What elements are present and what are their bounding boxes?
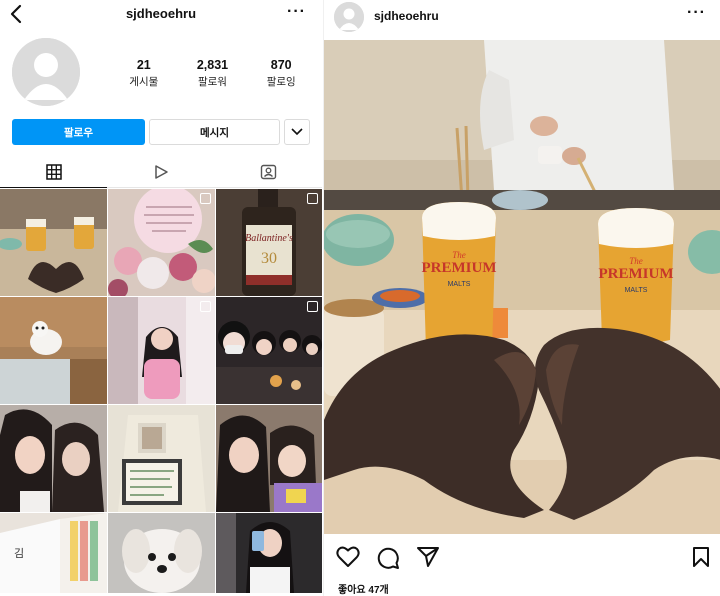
likes-count[interactable]: 좋아요 47개 bbox=[338, 581, 389, 596]
grid-post-3[interactable]: Ballantine's 30 bbox=[216, 189, 322, 296]
stat-posts-label: 게시물 bbox=[129, 76, 159, 88]
grid-post-9[interactable] bbox=[216, 405, 322, 512]
grid-post-10[interactable]: 김 bbox=[0, 513, 107, 593]
grid-icon bbox=[45, 163, 62, 180]
profile-actions: 팔로우 메시지 bbox=[12, 119, 312, 145]
svg-text:Ballantine's: Ballantine's bbox=[245, 233, 293, 244]
chevron-down-icon bbox=[291, 128, 303, 136]
like-heart-icon[interactable] bbox=[336, 546, 360, 573]
profile-panel: sjdheoehru ··· 21 게시물 2,831 팔로워 870 팔로잉 … bbox=[0, 0, 322, 596]
svg-text:김: 김 bbox=[14, 547, 24, 560]
grid-post-8[interactable] bbox=[108, 405, 215, 512]
glass-left-brand: PREMIUM bbox=[422, 260, 497, 276]
multiple-photos-icon bbox=[200, 301, 211, 312]
profile-stats: 21 게시물 2,831 팔로워 870 팔로잉 bbox=[110, 58, 315, 89]
grid-post-11[interactable] bbox=[108, 513, 215, 593]
stat-followers-number: 2,831 bbox=[196, 58, 229, 72]
tab-posts-grid[interactable] bbox=[0, 156, 108, 188]
stat-posts[interactable]: 21 게시물 bbox=[129, 58, 158, 89]
profile-username: sjdheoehru bbox=[125, 6, 197, 21]
glass-right-brand-top: The bbox=[629, 256, 643, 266]
multiple-photos-icon bbox=[200, 193, 211, 204]
post-author-username[interactable]: sjdheoehru bbox=[374, 9, 439, 23]
share-send-icon[interactable] bbox=[416, 546, 440, 573]
profile-header: sjdheoehru ··· bbox=[0, 0, 322, 30]
multiple-photos-icon bbox=[307, 301, 318, 312]
grid-post-2[interactable] bbox=[108, 189, 215, 296]
post-photo[interactable]: The PREMIUM MALTS The PREMIUM MALTS bbox=[324, 40, 720, 534]
post-panel: sjdheoehru ··· The PREMIUM MALTS The PRE… bbox=[323, 0, 720, 596]
glass-left-brand-sub: MALTS bbox=[448, 281, 471, 288]
suggested-chevron-button[interactable] bbox=[284, 119, 310, 145]
message-button[interactable]: 메시지 bbox=[149, 119, 280, 145]
stat-followers[interactable]: 2,831 팔로워 bbox=[197, 58, 228, 89]
post-author-avatar[interactable] bbox=[334, 2, 364, 32]
glass-right-brand-sub: MALTS bbox=[625, 287, 648, 294]
glass-left-brand-top: The bbox=[452, 250, 466, 260]
more-options-icon[interactable]: ··· bbox=[287, 3, 306, 21]
follow-button[interactable]: 팔로우 bbox=[12, 119, 145, 145]
post-action-bar bbox=[336, 546, 711, 572]
multiple-photos-icon bbox=[307, 193, 318, 204]
stat-following-number: 870 bbox=[270, 58, 292, 72]
reels-play-icon bbox=[155, 164, 168, 179]
comment-bubble-icon[interactable] bbox=[376, 546, 400, 575]
grid-post-12[interactable] bbox=[216, 513, 322, 593]
grid-post-6[interactable] bbox=[216, 297, 322, 404]
stat-following-label: 팔로잉 bbox=[266, 76, 296, 88]
stat-following[interactable]: 870 팔로잉 bbox=[267, 58, 296, 89]
stat-posts-number: 21 bbox=[136, 58, 151, 72]
grid-post-7[interactable] bbox=[0, 405, 107, 512]
profile-avatar[interactable] bbox=[12, 38, 80, 106]
svg-text:30: 30 bbox=[261, 250, 277, 267]
tab-reels[interactable] bbox=[107, 156, 215, 188]
profile-tabs bbox=[0, 156, 322, 188]
stat-followers-label: 팔로워 bbox=[197, 76, 227, 88]
posts-grid: Ballantine's 30 김 bbox=[0, 189, 322, 596]
grid-post-5[interactable] bbox=[108, 297, 215, 404]
tab-tagged[interactable] bbox=[214, 156, 322, 188]
bookmark-save-icon[interactable] bbox=[691, 546, 711, 573]
glass-right-brand: PREMIUM bbox=[599, 266, 674, 282]
grid-post-4[interactable] bbox=[0, 297, 107, 404]
post-more-options-icon[interactable]: ··· bbox=[687, 4, 706, 22]
tagged-person-icon bbox=[260, 164, 277, 180]
grid-post-1[interactable] bbox=[0, 189, 107, 296]
